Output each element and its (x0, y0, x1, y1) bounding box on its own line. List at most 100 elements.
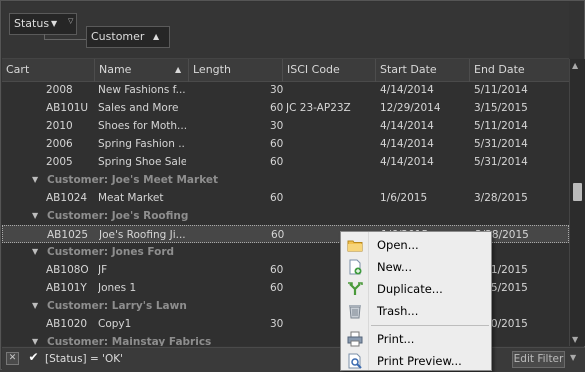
menu-item-print[interactable]: Print... (342, 328, 490, 350)
filter-expression[interactable]: [Status] = 'OK' (45, 348, 123, 370)
group-chip-status[interactable]: Status ▼ ▽ (9, 13, 77, 35)
cell-cart: AB101Y (46, 282, 87, 294)
menu-item-duplicate[interactable]: Duplicate... (342, 278, 490, 300)
cell-length: 60 (270, 264, 284, 276)
cell-name: Sales and More (98, 102, 179, 114)
menu-item-print-preview[interactable]: Print Preview... (342, 350, 490, 372)
cell-start-date: 4/14/2014 (380, 84, 434, 96)
group-label: Customer: Joe's Roofing (47, 210, 189, 222)
cell-name: Spring Shoe Sale (98, 156, 186, 168)
sort-ascending-icon: ▲ (175, 65, 182, 74)
column-header-cart[interactable]: Cart (2, 59, 95, 82)
group-label: Customer: Jones Ford (47, 246, 175, 258)
cell-name: Jones 1 (98, 282, 137, 294)
vertical-scrollbar[interactable]: ▲ ▼ (569, 59, 585, 346)
cell-isci-code: JC 23-AP23Z (286, 102, 351, 114)
cell-length: 60 (270, 282, 284, 294)
cell-length: 60 (270, 102, 284, 114)
clear-filter-button[interactable]: ✕ (6, 352, 19, 365)
group-label: Customer: Joe's Meet Market (47, 174, 219, 186)
cell-name: Joe's Roofing Ji... (99, 229, 186, 241)
menu-item-new[interactable]: New... (342, 256, 490, 278)
scroll-up-icon[interactable]: ▲ (572, 61, 578, 70)
trash-icon (349, 305, 361, 319)
cell-start-date: 4/14/2014 (380, 156, 434, 168)
sort-ascending-icon[interactable]: ▲ (153, 27, 159, 47)
menu-item-open[interactable]: Open... (342, 234, 490, 256)
collapse-group-icon[interactable]: ▼ (32, 207, 38, 225)
menu-item-trash[interactable]: Trash... (342, 300, 490, 322)
cell-end-date: 5/31/2014 (474, 156, 528, 168)
collapse-group-icon[interactable]: ▼ (32, 297, 38, 315)
print-preview-icon (348, 353, 362, 369)
cell-cart: AB101U (46, 102, 89, 114)
column-header-name[interactable]: Name ▲ (95, 59, 189, 82)
new-document-icon (349, 259, 362, 275)
menu-separator (371, 325, 489, 326)
table-row[interactable]: AB1024 Meat Market 60 1/6/2015 3/28/2015 (2, 189, 569, 207)
cell-length: 30 (270, 318, 284, 330)
cell-end-date: 3/28/2015 (474, 192, 528, 204)
sort-descending-icon[interactable]: ▼ (51, 14, 57, 34)
group-chip-customer[interactable]: Customer ▲ (86, 26, 170, 48)
cell-cart: 2006 (46, 138, 73, 150)
table-row[interactable]: AB101U Sales and More 60 JC 23-AP23Z 12/29/2… (2, 99, 569, 117)
cell-name: Meat Market (98, 192, 164, 204)
group-label: Customer: Larry's Lawn (47, 300, 187, 312)
collapse-group-icon[interactable]: ▼ (32, 333, 38, 346)
cell-start-date: 4/14/2014 (380, 120, 434, 132)
menu-item-label: Open... (377, 238, 419, 252)
cell-length: 30 (270, 120, 284, 132)
edit-filter-button[interactable]: Edit Filter (512, 351, 565, 368)
table-row[interactable]: 2006 Spring Fashion ... 60 4/14/2014 5/31/20… (2, 135, 569, 153)
table-row[interactable]: 2010 Shoes for Moth... 30 4/14/2014 5/11/201… (2, 117, 569, 135)
column-header-length[interactable]: Length (189, 59, 283, 82)
collapse-group-icon[interactable]: ▼ (32, 243, 38, 261)
cell-name: JF (98, 264, 108, 276)
cell-length: 60 (270, 138, 284, 150)
cell-name: Copy1 (98, 318, 132, 330)
cart-grid-window: Status ▼ ▽ Customer ▲ Cart Name ▲ Length… (0, 0, 585, 371)
group-chip-label: Status (14, 17, 50, 30)
table-row[interactable]: 2005 Spring Shoe Sale 60 4/14/2014 5/31/2014 (2, 153, 569, 171)
collapse-group-icon[interactable]: ▼ (32, 171, 38, 189)
context-menu: Open... New... Duplicate... Trash... Pri… (340, 231, 492, 371)
cell-start-date: 4/14/2014 (380, 138, 434, 150)
cell-cart: 2005 (46, 156, 73, 168)
filter-history-dropdown-icon[interactable]: ▼ (570, 353, 576, 362)
cell-end-date: 5/31/2014 (474, 138, 528, 150)
cell-cart: AB1025 (47, 229, 89, 241)
cell-cart: 2008 (46, 84, 73, 96)
group-row[interactable]: ▼ Customer: Joe's Roofing (2, 207, 569, 225)
cell-start-date: 12/29/2014 (380, 102, 441, 114)
column-header-row: Cart Name ▲ Length ISCI Code Start Date … (2, 59, 569, 82)
cell-length: 60 (270, 192, 284, 204)
cell-cart: AB1020 (46, 318, 88, 330)
cell-end-date: 5/11/2014 (474, 84, 528, 96)
cell-length: 60 (271, 229, 285, 241)
cell-cart: 2010 (46, 120, 73, 132)
filter-bar: ✕ ✔ [Status] = 'OK' Edit Filter ▼ (2, 347, 585, 370)
cell-length: 30 (270, 84, 284, 96)
menu-item-label: Print... (377, 332, 415, 346)
filter-enabled-checkbox[interactable]: ✔ (27, 351, 40, 364)
scroll-down-icon[interactable]: ▼ (572, 335, 578, 344)
scrollbar-thumb[interactable] (573, 183, 582, 201)
column-header-end-date[interactable]: End Date (470, 59, 569, 82)
printer-icon (347, 331, 363, 347)
column-header-start-date[interactable]: Start Date (376, 59, 470, 82)
menu-item-label: Print Preview... (377, 354, 462, 368)
menu-item-label: Trash... (377, 304, 419, 318)
cell-cart: AB108O (46, 264, 89, 276)
filter-icon[interactable]: ▽ (68, 11, 73, 31)
table-row[interactable]: 2008 New Fashions f... 30 4/14/2014 5/11/201… (2, 82, 569, 99)
cell-name: New Fashions f... (98, 84, 186, 96)
group-connector (44, 39, 86, 40)
cell-name: Shoes for Moth... (98, 120, 186, 132)
column-header-isci-code[interactable]: ISCI Code (283, 59, 376, 82)
cell-name: Spring Fashion ... (98, 138, 186, 150)
cell-start-date: 1/6/2015 (380, 192, 428, 204)
cell-cart: AB1024 (46, 192, 88, 204)
duplicate-icon (348, 282, 363, 295)
group-row[interactable]: ▼ Customer: Joe's Meet Market (2, 171, 569, 189)
